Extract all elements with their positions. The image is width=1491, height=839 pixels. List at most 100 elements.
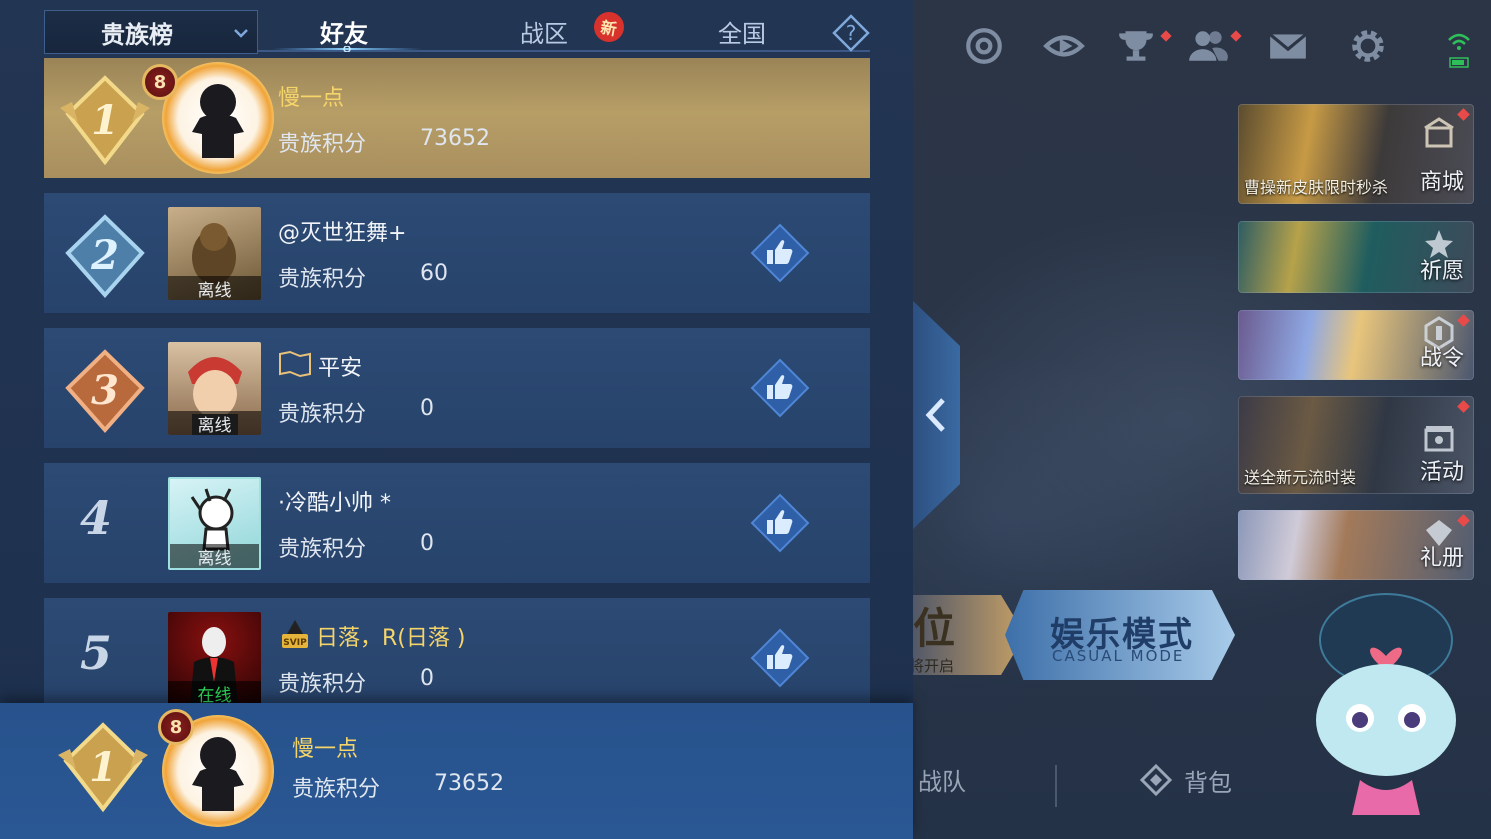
- wifi-battery-icon: [1448, 33, 1470, 68]
- event-notification-dot: [1457, 400, 1470, 413]
- battle-pass-notification-dot: [1457, 314, 1470, 327]
- avatar[interactable]: 在线: [168, 612, 261, 705]
- friends-notification-dot: [1230, 30, 1242, 42]
- mail-icon[interactable]: [1264, 22, 1312, 70]
- trophy-icon[interactable]: [1112, 22, 1160, 70]
- mascot-character-image[interactable]: [1300, 590, 1480, 820]
- avatar[interactable]: 离线: [168, 342, 261, 435]
- leaderboard-row[interactable]: 4 离线 ·冷酷小帅 * 贵族积分 0: [44, 463, 870, 583]
- score-label: 贵族积分: [278, 537, 367, 562]
- board-type-dropdown[interactable]: 贵族榜: [44, 10, 258, 54]
- rank-gold-badge-icon: 1: [60, 75, 150, 166]
- chevron-down-icon: [234, 29, 248, 38]
- score-value: 0: [420, 531, 434, 556]
- thumbs-up-icon[interactable]: [750, 628, 810, 688]
- leaderboard-panel: 贵族榜 好友 战区 新 全国 ? 1 8 慢一点 贵族积分 73652 2 离线…: [0, 0, 913, 839]
- watch-eye-icon[interactable]: [1040, 22, 1088, 70]
- bottom-divider: [1055, 765, 1057, 807]
- offline-status: 离线: [170, 544, 259, 568]
- rank-silver-badge-icon: 2: [65, 214, 145, 299]
- settings-gear-icon[interactable]: [1344, 22, 1392, 70]
- target-icon[interactable]: [960, 22, 1008, 70]
- ranked-mode-text: 位: [913, 604, 956, 653]
- score-label: 贵族积分: [278, 267, 367, 292]
- bag-label: 背包: [1184, 768, 1232, 797]
- tab-friends[interactable]: 好友: [320, 14, 368, 49]
- shop-label: 商城: [1419, 170, 1464, 195]
- rank-number: 4: [80, 491, 113, 545]
- score-label: 贵族积分: [278, 402, 367, 427]
- gift-book-button[interactable]: 礼册: [1238, 510, 1474, 580]
- rank-bronze-badge-icon: 3: [65, 349, 145, 434]
- rank-number: 1: [91, 97, 119, 144]
- event-icon: [1424, 426, 1454, 452]
- gift-book-notification-dot: [1457, 514, 1470, 527]
- rank-number: 2: [90, 232, 119, 279]
- player-name: @灭世狂舞+: [278, 221, 407, 246]
- trophy-notification-dot: [1160, 30, 1172, 42]
- board-type-label: 贵族榜: [101, 20, 173, 49]
- score-label: 贵族积分: [278, 132, 367, 157]
- player-name: 日落，R(日落 ): [316, 626, 466, 651]
- my-score-label: 贵族积分: [292, 777, 381, 802]
- player-name: 慢一点: [278, 86, 345, 111]
- offline-status: 离线: [168, 411, 261, 435]
- rank-number: 5: [80, 626, 113, 680]
- player-name: 平安: [318, 356, 363, 381]
- active-tab-indicator: [272, 46, 422, 52]
- tab-zone[interactable]: 战区: [520, 14, 568, 49]
- game-mode-banner[interactable]: 位 将开启 娱乐模式 CASUAL MODE: [905, 585, 1245, 685]
- avatar-figure-icon: [192, 84, 244, 158]
- leaderboard-row[interactable]: 3 离线 平安 贵族积分 0: [44, 328, 870, 448]
- new-badge: 新: [591, 9, 627, 45]
- bag-button[interactable]: 背包: [1138, 762, 1232, 798]
- my-rank-row[interactable]: 1 8 慢一点 贵族积分 73652: [0, 703, 913, 839]
- avatar[interactable]: [162, 62, 274, 174]
- map-scroll-icon: [279, 350, 311, 378]
- shop-icon: [1424, 117, 1454, 148]
- team-label: 战队: [918, 768, 966, 796]
- battle-pass-label: 战令: [1419, 346, 1464, 371]
- wish-label: 祈愿: [1419, 259, 1464, 284]
- friends-icon[interactable]: [1184, 22, 1232, 70]
- rank-number: 3: [91, 367, 119, 414]
- casual-mode-subtitle: CASUAL MODE: [1052, 647, 1185, 665]
- leaderboard-row[interactable]: 1 8 慢一点 贵族积分 73652: [44, 58, 870, 178]
- svip-badge-icon: SVIP: [282, 620, 308, 648]
- svip-tag-text: SVIP: [283, 638, 307, 648]
- battle-pass-button[interactable]: 战令: [1238, 310, 1474, 380]
- rank-gold-badge-icon: 1: [58, 722, 148, 813]
- my-score-value: 73652: [434, 771, 504, 796]
- online-status: 在线: [168, 681, 261, 705]
- event-label: 活动: [1419, 460, 1464, 485]
- shop-notification-dot: [1457, 108, 1470, 121]
- team-button[interactable]: 战队: [918, 762, 966, 797]
- thumbs-up-icon[interactable]: [750, 493, 810, 553]
- leaderboard-row[interactable]: 2 离线 @灭世狂舞+ 贵族积分 60: [44, 193, 870, 313]
- gift-book-label: 礼册: [1419, 546, 1464, 571]
- leaderboard-row[interactable]: 5 在线 SVIP 日落，R(日落 ) 贵族积分 0: [44, 598, 870, 718]
- tab-national[interactable]: 全国: [718, 14, 766, 49]
- vip-level-badge: 8: [142, 64, 178, 100]
- thumbs-up-icon[interactable]: [750, 358, 810, 418]
- score-value: 73652: [420, 126, 490, 151]
- wish-button[interactable]: 祈愿: [1238, 221, 1474, 293]
- score-label: 贵族积分: [278, 672, 367, 697]
- shop-promo-text: 曹操新皮肤限时秒杀: [1244, 178, 1389, 197]
- score-value: 0: [420, 666, 434, 691]
- my-player-name: 慢一点: [292, 737, 359, 762]
- leaderboard-tabs: 贵族榜 好友 战区 新 全国 ?: [44, 9, 870, 54]
- avatar[interactable]: 离线: [168, 477, 261, 570]
- avatar[interactable]: 离线: [168, 207, 261, 300]
- help-question-icon[interactable]: ?: [832, 14, 870, 52]
- shop-button[interactable]: 曹操新皮肤限时秒杀 商城: [1238, 104, 1474, 204]
- svg-text:?: ?: [846, 21, 857, 45]
- thumbs-up-icon[interactable]: [750, 223, 810, 283]
- event-button[interactable]: 送全新元流时装 活动: [1238, 396, 1474, 494]
- ranked-mode-subtext: 将开启: [909, 657, 955, 675]
- my-vip-level-badge: 8: [158, 709, 194, 745]
- score-value: 0: [420, 396, 434, 421]
- event-promo-text: 送全新元流时装: [1244, 468, 1357, 487]
- my-rank-number: 1: [89, 744, 117, 791]
- bag-icon: [1139, 763, 1173, 797]
